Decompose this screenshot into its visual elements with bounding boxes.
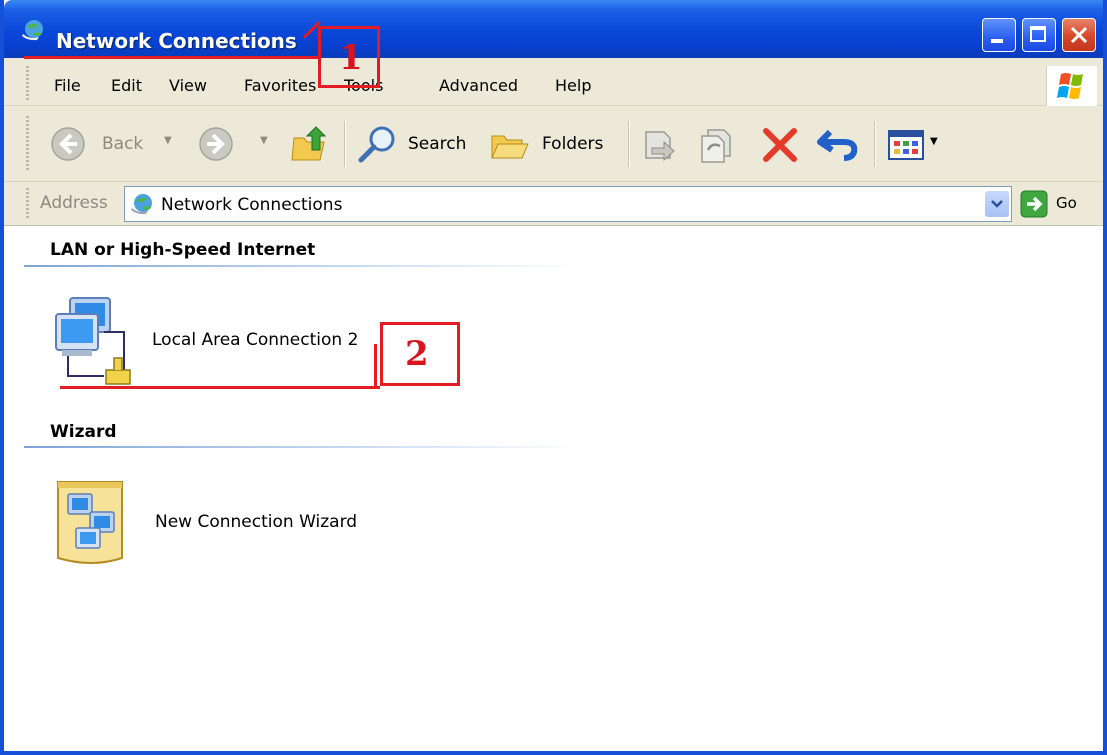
menu-advanced[interactable]: Advanced bbox=[439, 76, 518, 95]
list-item-new-connection-wizard[interactable]: New Connection Wizard bbox=[52, 478, 382, 568]
annotation-number-2: 2 bbox=[405, 334, 429, 374]
minimize-icon bbox=[991, 39, 1003, 43]
forward-icon bbox=[199, 127, 233, 161]
go-button[interactable]: Go bbox=[1018, 188, 1090, 220]
connection-wizard-icon bbox=[57, 481, 123, 564]
back-icon bbox=[51, 127, 85, 161]
folders-button[interactable]: Folders bbox=[490, 124, 614, 164]
forward-button[interactable]: ▼ bbox=[198, 124, 278, 164]
copy-to-icon[interactable] bbox=[698, 124, 738, 164]
menu-file[interactable]: File bbox=[54, 76, 81, 95]
maximize-button[interactable] bbox=[1022, 18, 1056, 52]
toolbar-grip[interactable] bbox=[26, 116, 29, 172]
group-divider bbox=[24, 446, 584, 448]
toolbar-separator bbox=[628, 121, 630, 167]
views-button[interactable]: ▼ bbox=[888, 128, 948, 162]
annotation-connector-2 bbox=[374, 344, 377, 388]
annotation-underline-1 bbox=[24, 56, 320, 59]
folder-content: LAN or High-Speed Internet Local Area Co… bbox=[8, 226, 1107, 751]
menu-bar: File Edit View Favorites Tools Advanced … bbox=[4, 58, 1107, 106]
forward-dropdown-icon[interactable]: ▼ bbox=[260, 135, 268, 146]
chevron-down-icon bbox=[991, 200, 1003, 208]
go-label: Go bbox=[1056, 194, 1077, 212]
move-to-icon[interactable] bbox=[640, 124, 680, 164]
folders-icon bbox=[491, 135, 529, 159]
close-icon bbox=[1070, 26, 1088, 44]
annotation-underline-2 bbox=[60, 386, 380, 389]
windows-flag-icon bbox=[1057, 73, 1083, 99]
maximize-icon bbox=[1030, 26, 1046, 42]
back-dropdown-icon[interactable]: ▼ bbox=[164, 135, 172, 146]
undo-icon[interactable] bbox=[816, 124, 862, 164]
go-arrow-icon bbox=[1020, 190, 1048, 218]
addressbar-grip[interactable] bbox=[26, 188, 29, 220]
window-border-left bbox=[0, 0, 4, 755]
annotation-number-1: 1 bbox=[339, 38, 363, 78]
address-field[interactable]: Network Connections bbox=[124, 186, 1012, 222]
item-label: Local Area Connection 2 bbox=[152, 330, 359, 350]
windows-logo bbox=[1046, 66, 1097, 106]
toolbar-separator bbox=[874, 121, 876, 167]
network-connections-window: Network Connections File Edit View Favor… bbox=[0, 0, 1107, 755]
close-button[interactable] bbox=[1062, 18, 1096, 52]
window-border-right bbox=[1103, 0, 1107, 755]
item-label: New Connection Wizard bbox=[155, 512, 358, 532]
menu-view[interactable]: View bbox=[169, 76, 207, 95]
address-bar: Address Network Connections Go bbox=[4, 182, 1107, 226]
toolbar-separator bbox=[344, 121, 346, 167]
annotation-box-2: 2 bbox=[380, 322, 460, 386]
menu-help[interactable]: Help bbox=[555, 76, 591, 95]
search-button[interactable]: Search bbox=[356, 124, 476, 164]
title-bar[interactable]: Network Connections bbox=[4, 0, 1107, 58]
group-divider bbox=[24, 265, 584, 267]
window-title: Network Connections bbox=[56, 29, 297, 53]
list-item-local-area-connection[interactable]: Local Area Connection 2 bbox=[48, 296, 388, 386]
up-folder-icon[interactable] bbox=[290, 124, 330, 164]
delete-icon[interactable] bbox=[760, 126, 800, 164]
group-title-lan: LAN or High-Speed Internet bbox=[50, 240, 316, 260]
menu-edit[interactable]: Edit bbox=[111, 76, 142, 95]
address-dropdown-button[interactable] bbox=[985, 191, 1009, 217]
search-label: Search bbox=[408, 134, 467, 154]
window-border-bottom bbox=[0, 751, 1107, 755]
views-dropdown-icon[interactable]: ▼ bbox=[930, 136, 938, 147]
address-label: Address bbox=[40, 193, 108, 213]
views-icon bbox=[888, 130, 924, 160]
menu-favorites[interactable]: Favorites bbox=[244, 76, 316, 95]
lan-connection-icon bbox=[55, 297, 131, 385]
menubar-grip[interactable] bbox=[26, 66, 29, 100]
back-button[interactable]: Back ▼ bbox=[40, 124, 180, 164]
group-title-wizard: Wizard bbox=[50, 422, 117, 442]
annotation-box-1: 1 bbox=[318, 26, 380, 88]
folders-label: Folders bbox=[542, 134, 604, 154]
back-label: Back bbox=[102, 134, 144, 154]
minimize-button[interactable] bbox=[982, 18, 1016, 52]
network-connections-icon bbox=[131, 194, 152, 215]
address-value: Network Connections bbox=[161, 195, 343, 215]
standard-toolbar: Back ▼ ▼ Search Folders ▼ bbox=[4, 106, 1107, 182]
network-connections-icon bbox=[22, 20, 43, 41]
search-icon bbox=[358, 126, 395, 163]
